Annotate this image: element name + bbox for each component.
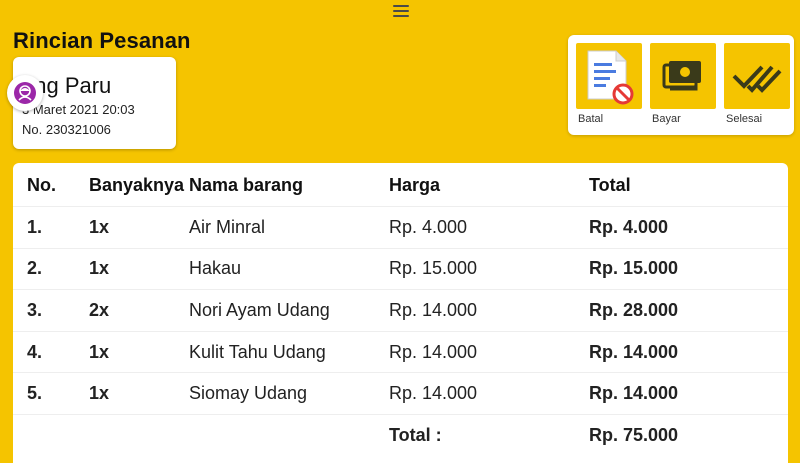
row-price: Rp. 15.000 [389,258,478,279]
pay-label: Bayar [652,113,681,125]
row-name: Hakau [189,258,242,279]
row-name: Siomay Udang [189,383,308,404]
row-no: 3. [27,299,43,320]
row-qty: 1x [89,383,110,404]
row-no: 2. [27,258,43,279]
row-no: 1. [27,216,43,237]
header-name: Nama barang [189,175,304,195]
grand-total: Rp. 75.000 [589,424,679,445]
table-row[interactable]: 2. 1x Hakau Rp. 15.000 Rp. 15.000 [13,248,788,290]
header-qty: Banyaknya [89,175,185,195]
user-avatar-icon [14,82,36,104]
row-qty: 1x [89,341,110,362]
page-title: Rincian Pesanan [13,28,191,53]
table-row[interactable]: 4. 1x Kulit Tahu Udang Rp. 14.000 Rp. 14… [13,331,788,373]
actions-panel: Batal Bayar Selesai [568,35,794,135]
row-total: Rp. 15.000 [589,258,679,279]
table-row[interactable]: 3. 2x Nori Ayam Udang Rp. 14.000 Rp. 28.… [13,289,788,332]
table-header-row: No. Banyaknya Nama barang Harga Total [13,175,788,207]
row-no: 4. [27,341,43,362]
row-price: Rp. 4.000 [389,216,468,237]
finish-label: Selesai [726,113,763,125]
total-label: Total : [389,424,442,445]
row-total: Rp. 4.000 [589,216,669,237]
row-price: Rp. 14.000 [389,299,478,320]
cancel-document-icon [576,43,642,109]
row-name: Kulit Tahu Udang [189,341,326,362]
row-price: Rp. 14.000 [389,383,478,404]
row-total: Rp. 28.000 [589,299,679,320]
order-table: No. Banyaknya Nama barang Harga Total 1.… [13,175,788,456]
menu-handle-icon[interactable] [393,5,409,17]
row-qty: 1x [89,216,110,237]
table-footer-row: Total : Rp. 75.000 [13,414,788,455]
header-total: Total [589,175,631,195]
row-no: 5. [27,383,43,404]
header-no: No. [27,175,56,195]
double-check-icon [724,43,790,109]
row-total: Rp. 14.000 [589,341,679,362]
order-table-card: No. Banyaknya Nama barang Harga Total 1.… [13,163,788,463]
cash-icon [650,43,716,109]
table-row[interactable]: 5. 1x Siomay Udang Rp. 14.000 Rp. 14.000 [13,372,788,415]
finish-button[interactable]: Selesai [724,43,790,131]
row-qty: 2x [89,299,110,320]
header-price: Harga [389,175,441,195]
row-total: Rp. 14.000 [589,383,679,404]
cancel-label: Batal [578,113,604,125]
row-qty: 1x [89,258,110,279]
cancel-button[interactable]: Batal [576,43,642,131]
row-name: Air Minral [189,216,266,237]
row-price: Rp. 14.000 [389,341,478,362]
table-row[interactable]: 1. 1x Air Minral Rp. 4.000 Rp. 4.000 [13,206,788,249]
avatar[interactable] [7,75,43,111]
pay-button[interactable]: Bayar [650,43,716,131]
order-number: No. 230321006 [22,122,111,137]
row-name: Nori Ayam Udang [189,299,330,320]
